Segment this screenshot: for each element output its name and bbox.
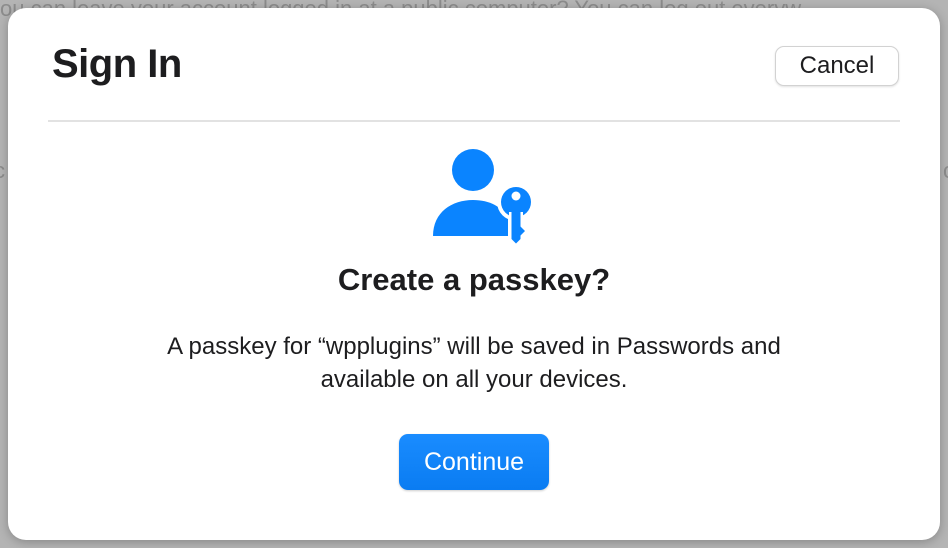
sheet-title: Sign In [52, 42, 182, 86]
header-divider [48, 120, 900, 122]
description-line-1: A passkey for “wpplugins” will be saved … [167, 333, 781, 360]
passkey-heading: Create a passkey? [337, 262, 611, 297]
background-fragment-left: c [0, 158, 5, 184]
background-fragment-right: c [943, 158, 948, 184]
continue-button[interactable]: Continue [399, 434, 549, 490]
person-key-icon [433, 149, 535, 247]
sign-in-sheet: Sign In Cancel Create a passkey? A passk… [8, 8, 940, 540]
passkey-description: A passkey for “wpplugins” will be saved … [8, 330, 940, 396]
description-line-2: available on all your devices. [320, 366, 628, 393]
cancel-button[interactable]: Cancel [775, 46, 899, 86]
